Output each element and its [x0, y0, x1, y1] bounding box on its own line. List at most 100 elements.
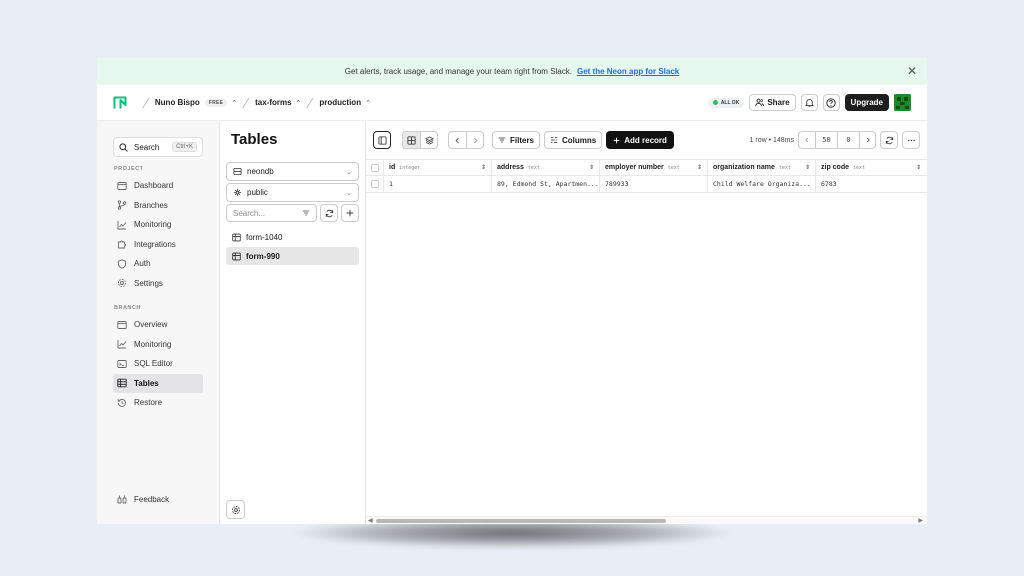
filter-icon[interactable]	[302, 209, 310, 217]
status-badge[interactable]: ALL OK	[707, 97, 745, 108]
upgrade-button[interactable]: Upgrade	[844, 94, 889, 111]
breadcrumb-branch[interactable]: production ⌃	[319, 98, 371, 107]
notifications-button[interactable]	[800, 94, 818, 111]
avatar[interactable]	[894, 94, 911, 111]
table-cell[interactable]: 6783	[816, 176, 926, 192]
sidebar-item-branch-monitoring[interactable]: Monitoring	[113, 335, 203, 355]
share-label: Share	[767, 98, 790, 107]
sort-icon[interactable]: ⇕	[481, 164, 486, 171]
refresh-icon	[325, 209, 333, 217]
banner-link[interactable]: Get the Neon app for Slack	[577, 67, 679, 76]
table-cell[interactable]: 789933	[600, 176, 708, 192]
main-area: Search Ctrl+K PROJECT Dashboard Branches…	[97, 121, 927, 524]
select-all-checkbox[interactable]	[366, 160, 384, 175]
table-icon	[232, 233, 241, 241]
status-dot-icon	[712, 100, 718, 105]
top-header: / Nuno Bispo FREE ⌃ / tax-forms ⌃ / prod…	[97, 85, 927, 121]
chevron-updown-icon: ⌃	[295, 99, 302, 107]
scroll-left-icon[interactable]: ◀	[368, 517, 373, 524]
table-search-placeholder: Search...	[233, 208, 266, 218]
database-icon	[233, 167, 242, 176]
grid-view-button[interactable]	[403, 132, 420, 148]
sidebar-item-overview[interactable]: Overview	[113, 315, 203, 335]
column-header-employer-number[interactable]: employer number text ⇕	[600, 160, 708, 175]
database-select[interactable]: neondb ⌄	[226, 162, 359, 181]
column-header-id[interactable]: id integer ⇕	[384, 160, 492, 175]
breadcrumb-org[interactable]: Nuno Bispo FREE ⌃	[155, 98, 237, 107]
close-icon[interactable]: ✕	[907, 65, 917, 77]
column-name: employer number	[605, 164, 664, 171]
columns-button[interactable]: Columns	[544, 131, 603, 149]
forward-button[interactable]	[466, 132, 483, 148]
sidebar-item-dashboard[interactable]: Dashboard	[113, 176, 203, 196]
table-item-form-990[interactable]: form-990	[226, 247, 359, 265]
feedback-link[interactable]: Feedback	[117, 494, 169, 504]
column-header-address[interactable]: address text ⇕	[492, 160, 600, 175]
chevron-updown-icon: ⌃	[231, 99, 238, 107]
header-actions: ALL OK Share Upgrade	[707, 94, 911, 111]
table-search-input[interactable]: Search...	[226, 204, 317, 222]
sidebar-search[interactable]: Search Ctrl+K	[113, 137, 203, 157]
sidebar-item-auth[interactable]: Auth	[113, 254, 203, 274]
chevron-left-icon	[455, 137, 459, 143]
breadcrumb-separator: /	[241, 94, 252, 111]
table-cell[interactable]: Child Welfare Organiza...	[708, 176, 816, 192]
scrollbar-thumb[interactable]	[376, 519, 666, 523]
sort-icon[interactable]: ⇕	[589, 164, 594, 171]
pagination: 50 0	[798, 131, 876, 149]
sort-icon[interactable]: ⇕	[805, 164, 810, 171]
filters-button[interactable]: Filters	[492, 131, 541, 149]
sidebar-item-tables[interactable]: Tables	[113, 373, 203, 393]
refresh-icon	[885, 136, 893, 144]
scroll-right-icon[interactable]: ▶	[918, 517, 923, 524]
sidebar-item-label: Branches	[134, 200, 168, 210]
sidebar-item-restore[interactable]: Restore	[113, 393, 203, 413]
breadcrumb-project[interactable]: tax-forms ⌃	[255, 98, 301, 107]
table-settings-button[interactable]	[226, 500, 245, 519]
share-button[interactable]: Share	[749, 94, 796, 111]
toggle-sidebar-button[interactable]	[373, 131, 391, 149]
column-header-organization-name[interactable]: organization name text ⇕	[708, 160, 816, 175]
puzzle-icon	[118, 240, 126, 249]
row-checkbox[interactable]	[366, 176, 384, 192]
table-row[interactable]: 1 89, Edmond St, Apartmen... 789933 Chil…	[366, 176, 927, 193]
more-options-button[interactable]	[902, 131, 920, 149]
schema-view-button[interactable]	[420, 132, 437, 148]
sort-icon[interactable]: ⇕	[697, 164, 702, 171]
sidebar: Search Ctrl+K PROJECT Dashboard Branches…	[97, 121, 220, 524]
schema-icon	[233, 188, 242, 197]
back-button[interactable]	[449, 132, 466, 148]
overview-icon	[117, 320, 127, 329]
neon-logo-icon[interactable]	[113, 96, 127, 110]
column-header-zip-code[interactable]: zip code text ⇕	[816, 160, 926, 175]
add-record-button[interactable]: Add record	[606, 131, 674, 149]
refresh-data-button[interactable]	[880, 131, 898, 149]
horizontal-scrollbar[interactable]: ◀ ▶	[366, 516, 927, 524]
chevron-updown-icon: ⌃	[365, 99, 371, 107]
table-item-label: form-1040	[246, 232, 283, 242]
table-icon	[117, 379, 127, 388]
prev-page-button[interactable]	[799, 132, 815, 148]
column-name: id	[389, 164, 396, 171]
limit-input[interactable]: 50	[815, 132, 837, 148]
slack-banner: Get alerts, track usage, and manage your…	[97, 58, 927, 85]
next-page-button[interactable]	[859, 132, 875, 148]
sort-icon[interactable]: ⇕	[916, 164, 921, 171]
row-count-info: 1 row • 148ms	[749, 136, 794, 144]
table-item-form-1040[interactable]: form-1040	[226, 228, 359, 246]
sidebar-item-integrations[interactable]: Integrations	[113, 235, 203, 255]
table-cell[interactable]: 1	[384, 176, 492, 192]
schema-select[interactable]: public ⌄	[226, 183, 359, 202]
sidebar-item-branches[interactable]: Branches	[113, 196, 203, 216]
table-cell[interactable]: 89, Edmond St, Apartmen...	[492, 176, 600, 192]
sidebar-item-sql-editor[interactable]: SQL Editor	[113, 354, 203, 374]
org-name: Nuno Bispo	[154, 98, 200, 107]
search-shortcut: Ctrl+K	[172, 142, 197, 152]
add-table-button[interactable]	[341, 204, 359, 222]
sidebar-item-monitoring[interactable]: Monitoring	[113, 215, 203, 235]
users-icon	[755, 98, 765, 107]
help-button[interactable]	[822, 94, 840, 111]
sidebar-item-settings[interactable]: Settings	[113, 274, 203, 294]
refresh-tables-button[interactable]	[320, 204, 338, 222]
offset-input[interactable]: 0	[837, 132, 859, 148]
